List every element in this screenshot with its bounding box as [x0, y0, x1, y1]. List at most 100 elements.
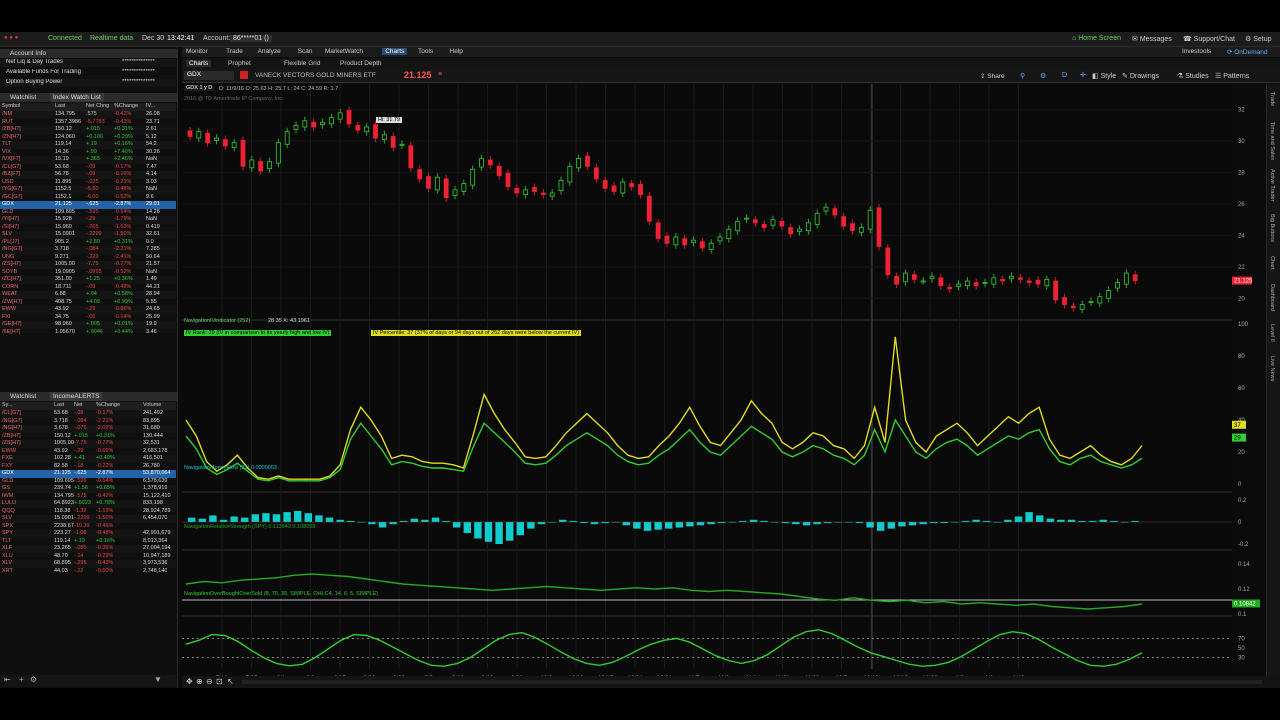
gadget-big-buttons[interactable]: Big Buttons: [1269, 214, 1275, 242]
horizontal-scrollbar[interactable]: [242, 680, 1262, 684]
studies-button[interactable]: ⚗ Studies: [1177, 72, 1209, 80]
table-row[interactable]: XLF 23.265 -.085 -0.36% 27,004,194: [0, 545, 176, 553]
add-icon[interactable]: +: [19, 675, 24, 684]
menu-analyze[interactable]: Analyze: [258, 48, 281, 55]
watchlist-name[interactable]: Index Watch List: [50, 93, 104, 102]
column-header[interactable]: %Change: [96, 402, 120, 410]
menu-monitor[interactable]: Monitor: [186, 48, 208, 55]
table-row[interactable]: /6E[H7] 1.05670 +.0046 +0.44% 3.46: [0, 328, 176, 336]
table-row[interactable]: WEAT 6.88 +.04 +0.58% 28.94: [0, 291, 176, 299]
table-row[interactable]: FXI 34.75 -.05 -0.14% 25.99: [0, 313, 176, 321]
table-row[interactable]: EWW 43.92 -.29 -0.66% 2,683,178: [0, 447, 176, 455]
table-row[interactable]: /NG[H7] 3.678 -.076 -2.02% 31,680: [0, 425, 176, 433]
table-row[interactable]: GDX 21.125 -.625 -2.87% 29.01: [0, 201, 176, 209]
column-header[interactable]: Last: [55, 103, 65, 111]
table-row[interactable]: SPY 223.27 -1.08 -0.48% 42,991,679: [0, 530, 176, 538]
table-row[interactable]: /ZS[H7] 1005.00 -7.75 -0.77% 32,531: [0, 440, 176, 448]
table-row[interactable]: /NG[G7] 3.718 -.084 -2.21% 7.285: [0, 246, 176, 254]
alert-icon[interactable]: ≡: [438, 71, 442, 78]
support-chat-button[interactable]: ☎ Support/Chat: [1183, 35, 1235, 43]
table-row[interactable]: IWM 134.795 -.575 -0.42% 15,122,410: [0, 492, 176, 500]
drawings-button[interactable]: ✎ Drawings: [1122, 72, 1159, 80]
share-button[interactable]: ⇪ Share: [980, 72, 1005, 80]
table-row[interactable]: SLV 15.0901 -.2299 -1.50% 32.61: [0, 231, 176, 239]
settings-icon[interactable]: ⚙: [1040, 72, 1046, 80]
table-row[interactable]: /BZ[F7] 56.78 -.09 -0.16% 4.14: [0, 171, 176, 179]
table-row[interactable]: GLD 109.695 -.595 -0.54% 14.28: [0, 208, 176, 216]
table-row[interactable]: CORN 18.711 -.09 -0.48% 44.21: [0, 283, 176, 291]
menu-investools[interactable]: Investools: [1182, 48, 1211, 55]
gadget-active-trader[interactable]: Active Trader: [1269, 169, 1275, 201]
table-row[interactable]: FXY 82.58 -.18 -0.22% 26,780: [0, 462, 176, 470]
watchlist2-name[interactable]: IncomeALERTS: [50, 392, 103, 401]
column-header[interactable]: %Change: [114, 103, 138, 111]
pan-icon[interactable]: ✥: [186, 677, 193, 686]
crosshair-icon[interactable]: ✛: [1080, 71, 1086, 79]
link-icon[interactable]: [240, 71, 248, 79]
table-row[interactable]: /GC[G7] 1152.1 -6.00 -0.52% 9.6: [0, 193, 176, 201]
table-row[interactable]: /PL[J7] 905.2 +2.80 +0.31% 0.0: [0, 238, 176, 246]
table-row[interactable]: /SI[H7] 15.960 -.265 -1.63% 0.419: [0, 223, 176, 231]
table-row[interactable]: /ZB[H7] 150.12 +.015 +0.31% 130,444: [0, 432, 176, 440]
column-header[interactable]: IV...: [146, 103, 155, 111]
watchlist2-header[interactable]: Watchlist IncomeALERTS: [0, 392, 178, 401]
table-row[interactable]: /GE[H7] 98.960 +.005 +0.01% 19.9: [0, 321, 176, 329]
menu-marketwatch[interactable]: MarketWatch: [325, 48, 363, 55]
zoom-box-icon[interactable]: ⊡: [216, 677, 223, 686]
table-row[interactable]: /ZN[H7] 124.060 +0.100 +0.20% 5.12: [0, 133, 176, 141]
table-row[interactable]: /NM 134.795 .575 -0.42% 26.08: [0, 111, 176, 119]
aggregation-button[interactable]: D: [1062, 72, 1067, 79]
table-row[interactable]: /CL[G7] 53.68 -.09 -0.17% 241,492: [0, 410, 176, 418]
table-row[interactable]: /VX[F7] 15.19 +.365 +2.46% NaN: [0, 156, 176, 164]
account-selector[interactable]: 86*****01 (): [230, 35, 272, 42]
table-row[interactable]: /ZC[H7] 351.00 +1.25 +0.36% 1.49: [0, 276, 176, 284]
table-row[interactable]: XLV 68.895 -.295 -0.43% 3,973,536: [0, 560, 176, 568]
zoom-in-icon[interactable]: ⊕: [196, 677, 203, 686]
zoom-out-icon[interactable]: ⊖: [206, 677, 213, 686]
watchlist-header[interactable]: Watchlist Index Watch List: [0, 93, 178, 102]
gear-icon[interactable]: ⚙: [30, 675, 37, 684]
table-row[interactable]: UNG 9.271 -.229 -2.41% 50.64: [0, 253, 176, 261]
table-row[interactable]: /ZB[H7] 150.12 +.015 +0.31% 2.61: [0, 126, 176, 134]
window-controls[interactable]: ● ● ●: [4, 35, 18, 41]
menu-help[interactable]: Help: [450, 48, 463, 55]
table-row[interactable]: TLT 119.14 +.19 +0.16% 8,013,364: [0, 537, 176, 545]
gadget-dashboard[interactable]: Dashboard: [1269, 284, 1275, 311]
table-row[interactable]: XRT 44.03 -.22 -0.50% 2,748,140: [0, 567, 176, 575]
table-row[interactable]: /ZS[H7] 1005.00 -7.75 -0.77% 21.57: [0, 261, 176, 269]
table-row[interactable]: EWW 43.92 -.29 -0.66% 24.65: [0, 306, 176, 314]
subtab-product-depth[interactable]: Product Depth: [340, 60, 382, 67]
menu-tools[interactable]: Tools: [418, 48, 433, 55]
table-row[interactable]: SOYB 19.0905 -.0995 -0.52% NaN: [0, 268, 176, 276]
subtab-charts[interactable]: Charts: [186, 60, 212, 67]
style-button[interactable]: ◧ Style: [1092, 72, 1116, 80]
table-row[interactable]: GS 239.74 +1.56 +0.65% 1,378,919: [0, 485, 176, 493]
account-info-header[interactable]: Account Info: [0, 49, 178, 58]
table-row[interactable]: QQQ 118.38 -1.32 -1.10% 28,924,789: [0, 507, 176, 515]
subtab-prophet[interactable]: Prophet: [228, 60, 251, 67]
menu-ondemand[interactable]: ⟳ OnDemand: [1227, 48, 1268, 56]
column-header[interactable]: Symbol: [2, 103, 20, 111]
gadget-chart[interactable]: Chart: [1269, 256, 1275, 269]
table-row[interactable]: /YG[G7] 1152.5 -5.60 -0.48% NaN: [0, 186, 176, 194]
gadget-live-news[interactable]: Live News: [1269, 356, 1275, 381]
table-row[interactable]: XLU 48.70 -.14 -0.29% 10,947,189: [0, 552, 176, 560]
table-row[interactable]: /CL[G7] 53.68 -.09 -0.17% 7.47: [0, 163, 176, 171]
table-row[interactable]: USD 11.895 -.025 -0.21% 3.03: [0, 178, 176, 186]
price-axis[interactable]: 3230282624222021.12510080604020037290.20…: [1232, 84, 1266, 684]
gadget-time-sales[interactable]: Time and Sales: [1269, 122, 1275, 160]
dropdown-icon[interactable]: ▼: [154, 675, 162, 684]
cursor-icon[interactable]: ↖: [227, 677, 234, 686]
gadget-trade[interactable]: Trade: [1269, 92, 1275, 106]
table-row[interactable]: SLV 15.0901 -.2299 -1.50% 6,454,070: [0, 515, 176, 523]
table-row[interactable]: /NG[G7] 3.718 -.084 -2.21% 83,895: [0, 417, 176, 425]
table-row[interactable]: RUT 1357.3986 -5.7783 -0.42% 23.71: [0, 118, 176, 126]
table-row[interactable]: GLD 109.695 -.595 -0.54% 6,578,639: [0, 477, 176, 485]
menu-scan[interactable]: Scan: [298, 48, 313, 55]
messages-button[interactable]: ✉ Messages: [1132, 35, 1172, 43]
gadget-level2[interactable]: Level II: [1269, 324, 1275, 342]
column-header[interactable]: Net: [74, 402, 83, 410]
symbol-input[interactable]: GDX: [184, 71, 234, 80]
table-row[interactable]: FXE 102.28 +.41 +0.40% 416,501: [0, 455, 176, 463]
table-row[interactable]: TLT 119.14 +.19 +0.16% 54.2: [0, 141, 176, 149]
